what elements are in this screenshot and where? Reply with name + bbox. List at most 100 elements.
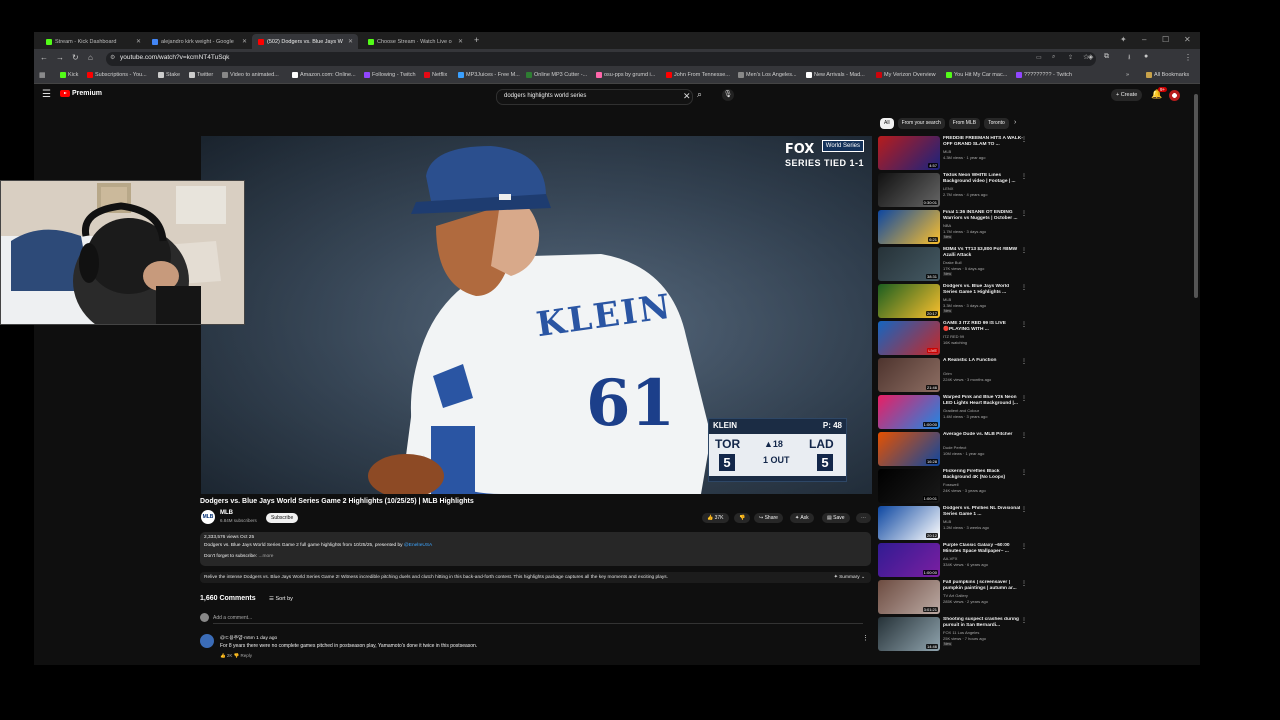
chip-from-search[interactable]: From your search xyxy=(897,118,945,129)
video-menu-icon[interactable]: ⋮ xyxy=(1021,395,1027,402)
cast-icon[interactable]: ▭ xyxy=(1036,54,1042,61)
video-player[interactable]: KLEIN 61 FOX World Series SERIES TIED 1-… xyxy=(201,136,872,494)
more-bookmarks-icon[interactable]: » xyxy=(1126,72,1129,78)
tab-choose-stream[interactable]: Choose Stream · Watch Live o ✕ xyxy=(362,34,468,49)
video-thumbnail[interactable]: 3:01:21 xyxy=(878,580,940,614)
recommended-channel[interactable]: MLB xyxy=(943,297,951,302)
recommended-channel[interactable]: Drake Bull xyxy=(943,260,961,265)
bookmark-netflix[interactable]: Netflix xyxy=(424,72,447,78)
recommended-video[interactable]: 1:00:00 Purple Classic Galaxy ~60:00 Minu… xyxy=(878,543,1028,577)
apps-grid-icon[interactable]: ▦ xyxy=(39,71,46,79)
bookmark-john-tennessee[interactable]: John From Tennesse... xyxy=(666,72,730,78)
chevron-right-icon[interactable]: › xyxy=(1014,119,1016,126)
like-button[interactable]: 👍 37K xyxy=(702,513,729,523)
recommended-video[interactable]: 20:17 Dodgers vs. Blue Jays World Series … xyxy=(878,284,1028,318)
comment-menu-icon[interactable]: ⋮ xyxy=(862,634,869,642)
recommended-channel[interactable]: ITZ RED 99 xyxy=(943,334,964,339)
video-thumbnail[interactable]: 1:00:00 xyxy=(878,395,940,429)
bookmark-mp3juices[interactable]: MP3Juices - Free M... xyxy=(458,72,520,78)
recommended-title[interactable]: M3M4 Vs TT13 $3,800 Pot #BMW Azalli Atta… xyxy=(943,247,1023,259)
video-thumbnail[interactable]: 6:21 xyxy=(878,210,940,244)
video-thumbnail[interactable]: 14:46 xyxy=(878,617,940,651)
site-info-icon[interactable]: ⚙ xyxy=(110,54,115,61)
video-menu-icon[interactable]: ⋮ xyxy=(1021,617,1027,624)
video-menu-icon[interactable]: ⋮ xyxy=(1021,506,1027,513)
home-icon[interactable]: ⌂ xyxy=(88,53,93,62)
recommended-channel[interactable]: Dude Perfect xyxy=(943,445,966,450)
close-tab-icon[interactable]: ✕ xyxy=(458,38,463,45)
video-thumbnail[interactable]: 16:28 xyxy=(878,432,940,466)
recommended-video[interactable]: 6:21 Final 1:36 INSANE OT ENDING Warriors… xyxy=(878,210,1028,244)
recommended-title[interactable]: Average Dude vs. MLB Pitcher xyxy=(943,432,1023,438)
video-thumbnail[interactable]: 38:31 xyxy=(878,247,940,281)
video-thumbnail[interactable]: 0:30:01 xyxy=(878,173,940,207)
recommended-title[interactable]: Dodgers vs. Phillies NL Divisional Serie… xyxy=(943,506,1023,518)
bookmark-subscriptions[interactable]: Subscriptions - You... xyxy=(87,72,147,78)
recommended-video[interactable]: 20:12 Dodgers vs. Phillies NL Divisional … xyxy=(878,506,1028,540)
bookmark-video-animated[interactable]: Video to animated... xyxy=(222,72,279,78)
chip-all[interactable]: All xyxy=(880,118,894,129)
comment-like-icon[interactable]: 👍 xyxy=(220,653,226,658)
video-thumbnail[interactable]: 1:00:01 xyxy=(878,469,940,503)
create-button[interactable]: + Create xyxy=(1111,89,1143,101)
video-menu-icon[interactable]: ⋮ xyxy=(1021,247,1027,254)
recommended-channel[interactable]: AA-VFX xyxy=(943,556,957,561)
address-bar[interactable]: ⚙ youtube.com/watch?v=kcmNT4TuSqk ▭ ⌕ ⇪ … xyxy=(106,52,1096,66)
video-thumbnail[interactable]: LIVE xyxy=(878,321,940,355)
sort-comments-button[interactable]: ☰ Sort by xyxy=(269,596,293,602)
recommended-video[interactable]: 3:01:21 Fall pumpkins | screensaver | pum… xyxy=(878,580,1028,614)
recommended-channel[interactable]: Fosswell xyxy=(943,482,959,487)
description-box[interactable]: 2,333,576 views Oct 25 Dodgers vs. Blue … xyxy=(200,532,871,566)
bookmark-following-twitch[interactable]: Following - Twitch xyxy=(364,72,416,78)
bookmark-twitter[interactable]: Twitter xyxy=(189,72,213,78)
ask-button[interactable]: ✦ Ask xyxy=(790,513,814,523)
recommended-title[interactable]: FREDDIE FREEMAN HITS A WALK-OFF GRAND SL… xyxy=(943,136,1023,148)
back-arrow-icon[interactable]: ← xyxy=(40,53,48,62)
new-tab-plus-icon[interactable]: + xyxy=(474,35,479,45)
recommended-video[interactable]: 14:46 Shooting suspect crashes during pur… xyxy=(878,617,1028,651)
all-bookmarks[interactable]: All Bookmarks xyxy=(1146,72,1189,78)
recommended-channel[interactable]: MLB xyxy=(943,149,951,154)
maximize-icon[interactable]: ☐ xyxy=(1162,35,1169,44)
bookmark-mp3-cutter[interactable]: Online MP3 Cutter -... xyxy=(526,72,587,78)
tab-kick-dashboard[interactable]: Stream - Kick Dashboard ✕ xyxy=(40,34,146,49)
show-more-link[interactable]: ...more xyxy=(259,554,274,559)
search-icon[interactable]: ⌕ xyxy=(697,89,702,100)
close-tab-icon[interactable]: ✕ xyxy=(242,38,247,45)
recommended-video[interactable]: 38:31 M3M4 Vs TT13 $3,800 Pot #BMW Azalli… xyxy=(878,247,1028,281)
recommended-video[interactable]: 1:00:01 Flickering Fireflies Black Backgr… xyxy=(878,469,1028,503)
bookmark-osu-pps[interactable]: osu-pps by grumd i... xyxy=(596,72,655,78)
video-thumbnail[interactable]: 20:17 xyxy=(878,284,940,318)
recommended-title[interactable]: Shooting suspect crashes during pursuit … xyxy=(943,617,1023,629)
hamburger-menu-icon[interactable]: ☰ xyxy=(42,89,51,100)
dislike-button[interactable]: 👎 xyxy=(734,513,751,523)
browser-menu-icon[interactable]: ⋮ xyxy=(1184,53,1192,62)
recommended-channel[interactable]: FOX 11 Los Angeles xyxy=(943,630,979,635)
recommended-channel[interactable]: MLB xyxy=(943,519,951,524)
video-menu-icon[interactable]: ⋮ xyxy=(1021,543,1027,550)
sponsor-link[interactable]: @EnelIeUSA xyxy=(404,543,432,548)
comment-author[interactable]: @ㄷ용주얌-m5m 1 day ago xyxy=(220,634,277,641)
chip-from-mlb[interactable]: From MLB xyxy=(948,118,981,129)
video-thumbnail[interactable]: 4:57 xyxy=(878,136,940,170)
extension-icon[interactable]: ◈ xyxy=(1088,53,1093,61)
video-menu-icon[interactable]: ⋮ xyxy=(1021,469,1027,476)
video-menu-icon[interactable]: ⋮ xyxy=(1021,580,1027,587)
channel-avatar[interactable]: MLB xyxy=(201,510,215,524)
video-menu-icon[interactable]: ⋮ xyxy=(1021,284,1027,291)
video-menu-icon[interactable]: ⋮ xyxy=(1021,136,1027,143)
video-thumbnail[interactable]: 21:46 xyxy=(878,358,940,392)
comment-dislike-icon[interactable]: 👎 xyxy=(234,653,240,658)
tab-google-search[interactable]: alejandro kirk weight - Google ✕ xyxy=(146,34,252,49)
scrollbar-thumb[interactable] xyxy=(1194,94,1198,298)
channel-name[interactable]: MLB xyxy=(220,510,233,516)
commenter-avatar[interactable] xyxy=(200,634,214,648)
recommended-channel[interactable]: Gradient and Colour xyxy=(943,408,979,413)
bookmark-twitch[interactable]: ????????? - Twitch xyxy=(1016,72,1072,78)
share-page-icon[interactable]: ⇪ xyxy=(1068,54,1073,61)
recommended-title[interactable]: Warped Pink and Blue Y2k Neon LED Lights… xyxy=(943,395,1023,407)
video-menu-icon[interactable]: ⋮ xyxy=(1021,358,1027,365)
recommended-title[interactable]: Final 1:36 INSANE OT ENDING Warriors vs … xyxy=(943,210,1023,222)
recommended-video[interactable]: 4:57 FREDDIE FREEMAN HITS A WALK-OFF GRAN… xyxy=(878,136,1028,170)
video-menu-icon[interactable]: ⋮ xyxy=(1021,321,1027,328)
